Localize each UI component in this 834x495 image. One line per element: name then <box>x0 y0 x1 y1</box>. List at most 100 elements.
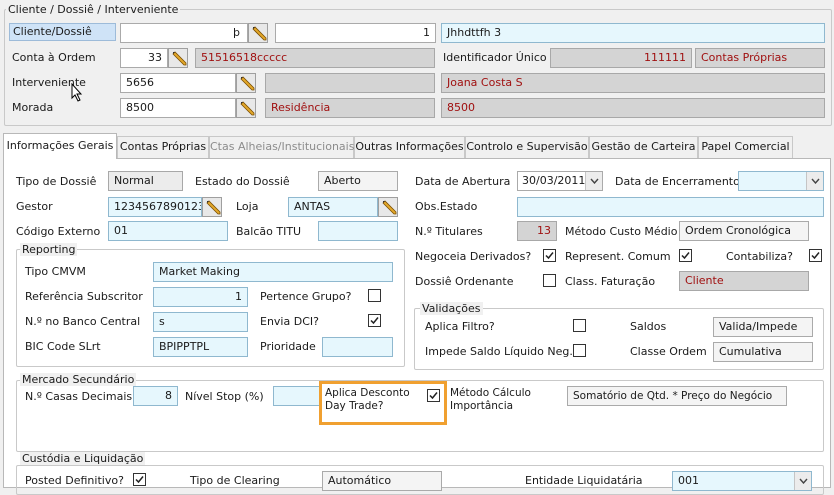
metodo-calculo-label-line1: Método Cálculo <box>450 387 531 399</box>
morada-code-field: 8500 <box>441 98 825 118</box>
loja-label: Loja <box>236 200 259 213</box>
checkmark-icon <box>811 252 820 260</box>
desconto-label-line2: Day Trade? <box>325 400 384 412</box>
interveniente-field[interactable]: 5656 <box>120 73 236 93</box>
cliente-label[interactable]: Cliente/Dossiê <box>9 23 116 41</box>
data-abertura-dropdown-button[interactable] <box>585 172 602 190</box>
pencil-icon <box>172 51 187 66</box>
data-abertura-field[interactable]: 30/03/2011 <box>517 171 603 191</box>
interveniente-lookup-button[interactable] <box>236 73 256 93</box>
posted-label: Posted Definitivo? <box>25 474 124 487</box>
morada-type-field: Residência <box>265 98 435 118</box>
data-encerramento-field[interactable] <box>738 171 824 191</box>
casas-decimais-label: N.º Casas Decimais <box>25 390 133 403</box>
tab-ctas-alheias[interactable]: Ctas Alheias/Institucionais <box>209 136 354 158</box>
nivel-stop-field[interactable] <box>273 386 321 406</box>
desconto-label-line1: Aplica Desconto <box>325 387 410 399</box>
cliente-field[interactable]: þ <box>120 23 248 43</box>
pencil-icon <box>240 76 255 91</box>
contabiliza-checkbox[interactable] <box>809 249 822 262</box>
header-group-title: Cliente / Dossiê / Interveniente <box>6 3 181 16</box>
represent-label: Represent. Comum <box>565 250 671 263</box>
morada-field[interactable]: 8500 <box>120 98 236 118</box>
titulares-field: 13 <box>517 221 557 241</box>
prioridade-field[interactable] <box>322 337 393 357</box>
obs-estado-label: Obs.Estado <box>415 200 478 213</box>
id-unico-field: 111111 <box>550 48 692 68</box>
tipo-clearing-label: Tipo de Clearing <box>190 474 280 487</box>
conta-lookup-button[interactable] <box>168 48 188 68</box>
loja-field[interactable]: ANTAS <box>288 197 378 217</box>
chevron-down-icon <box>799 478 808 484</box>
faturacao-label: Class. Faturação <box>565 275 656 288</box>
saldos-label: Saldos <box>630 320 667 333</box>
codigo-externo-field[interactable]: 01 <box>108 221 228 241</box>
saldos-field: Valida/Impede <box>713 317 813 337</box>
faturacao-field: Cliente <box>679 271 809 291</box>
tab-contas-proprias[interactable]: Contas Próprias <box>117 136 209 158</box>
conta-label: Conta à Ordem <box>12 51 96 64</box>
represent-checkbox[interactable] <box>679 249 692 262</box>
morada-lookup-button[interactable] <box>236 98 256 118</box>
aplica-filtro-checkbox[interactable] <box>573 319 586 332</box>
interveniente-name-field: Joana Costa S <box>441 73 825 93</box>
bic-field[interactable]: BPIPPTPL <box>153 337 248 357</box>
id-unico-type-field: Contas Próprias <box>695 48 825 68</box>
balcao-label: Balcão TITU <box>236 225 302 238</box>
obs-estado-field[interactable] <box>517 197 824 217</box>
tipo-clearing-field[interactable]: Automático <box>322 471 442 491</box>
balcao-field[interactable] <box>318 221 398 241</box>
gestor-field[interactable]: 12345678901231 <box>108 197 202 217</box>
estado-dossie-field: Aberto <box>318 171 398 191</box>
posted-checkbox[interactable] <box>133 473 146 486</box>
morada-label: Morada <box>12 101 54 114</box>
prioridade-label: Prioridade <box>260 340 316 353</box>
tab-informacoes-gerais[interactable]: Informações Gerais <box>3 133 117 159</box>
pertence-grupo-checkbox[interactable] <box>368 289 381 302</box>
tipo-cmvm-field[interactable]: Market Making <box>153 262 393 282</box>
codigo-externo-label: Código Externo <box>16 225 101 238</box>
data-encerramento-dropdown-button[interactable] <box>806 172 823 190</box>
ordenante-checkbox[interactable] <box>543 274 556 287</box>
chevron-down-icon <box>811 178 820 184</box>
data-abertura-value: 30/03/2011 <box>522 174 586 187</box>
pencil-icon <box>382 200 397 215</box>
metodo-calculo-field: Somatório de Qtd. * Preço do Negócio <box>567 386 787 406</box>
tab-papel-comercial[interactable]: Papel Comercial <box>698 136 793 158</box>
casas-decimais-field[interactable]: 8 <box>133 386 178 406</box>
conta-number-field[interactable]: 33 <box>120 48 168 68</box>
checkmark-icon <box>135 476 144 484</box>
tab-gestao-carteira[interactable]: Gestão de Carteira <box>589 136 698 158</box>
entidade-field[interactable]: 001 <box>672 471 812 491</box>
tab-controlo-supervisao[interactable]: Controlo e Supervisão <box>465 136 589 158</box>
checkmark-icon <box>681 252 690 260</box>
gestor-lookup-button[interactable] <box>202 197 222 217</box>
conta-value-field: 51516518ccccc <box>195 48 435 68</box>
metodo-custo-field: Ordem Cronológica <box>679 221 809 241</box>
entidade-dropdown-button[interactable] <box>794 472 811 490</box>
ref-subscritor-field[interactable]: 1 <box>153 287 248 307</box>
envia-dci-checkbox[interactable] <box>368 314 381 327</box>
id-unico-label: Identificador Único <box>443 51 547 64</box>
custodia-title: Custódia e Liquidação <box>20 452 146 465</box>
classe-ordem-field: Cumulativa <box>713 342 813 362</box>
data-abertura-label: Data de Abertura <box>415 175 511 188</box>
cliente-name-field[interactable]: Jhhdttfh 3 <box>441 23 825 43</box>
titulares-label: N.º Titulares <box>415 225 483 238</box>
banco-central-label: N.º no Banco Central <box>25 315 141 328</box>
dossie-number-field[interactable]: 1 <box>275 23 436 43</box>
tipo-cmvm-label: Tipo CMVM <box>25 265 86 278</box>
desconto-checkbox[interactable] <box>427 389 440 402</box>
envia-dci-label: Envia DCI? <box>260 315 319 328</box>
cliente-lookup-button[interactable] <box>248 23 268 43</box>
banco-central-field[interactable]: s <box>153 312 248 332</box>
impede-saldo-checkbox[interactable] <box>573 344 586 357</box>
tab-outras-informacoes[interactable]: Outras Informações <box>354 136 465 158</box>
derivados-checkbox[interactable] <box>543 249 556 262</box>
checkmark-icon <box>370 317 379 325</box>
metodo-calculo-label-line2: Importância <box>450 400 514 412</box>
tipo-dossie-field: Normal <box>108 171 183 191</box>
data-encerramento-label: Data de Encerramento <box>615 175 740 188</box>
loja-lookup-button[interactable] <box>378 197 398 217</box>
tipo-dossie-label: Tipo de Dossiê <box>16 175 97 188</box>
